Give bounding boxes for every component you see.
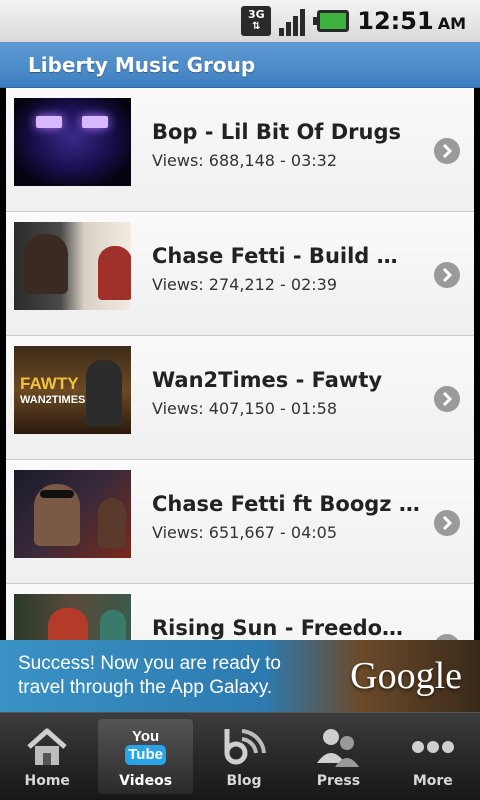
clock-time: 12:51 xyxy=(357,7,434,35)
video-meta: Views: 688,148 - 03:32 xyxy=(152,151,337,170)
blog-icon xyxy=(221,725,267,769)
video-meta: Views: 407,150 - 01:58 xyxy=(152,399,337,418)
video-thumbnail xyxy=(14,98,131,186)
tab-home[interactable]: Home xyxy=(0,713,94,800)
chevron-right-icon[interactable] xyxy=(434,262,460,288)
video-thumbnail xyxy=(14,222,131,310)
status-clock: 12:51 AM xyxy=(357,7,466,35)
video-title: Rising Sun - Freedom... xyxy=(152,616,420,640)
video-meta: Views: 274,212 - 02:39 xyxy=(152,275,337,294)
google-logo: Google xyxy=(350,655,462,697)
tab-blog[interactable]: Blog xyxy=(197,713,291,800)
chevron-right-icon[interactable] xyxy=(434,386,460,412)
video-title: Chase Fetti ft Boogz ... xyxy=(152,492,420,516)
video-list-item[interactable]: Rising Sun - Freedom... xyxy=(6,584,474,640)
home-icon xyxy=(24,725,70,769)
app-header: Liberty Music Group xyxy=(0,42,480,88)
thumbnail-caption: WAN2TIMES xyxy=(20,394,86,406)
video-meta: Views: 651,667 - 04:05 xyxy=(152,523,337,542)
ad-text: Success! Now you are ready to travel thr… xyxy=(18,653,281,698)
youtube-icon-text: You xyxy=(132,727,160,745)
tab-press[interactable]: Press xyxy=(291,713,385,800)
tab-label: Videos xyxy=(119,772,173,789)
tab-videos[interactable]: You Tube Videos xyxy=(98,719,193,794)
signal-strength-icon xyxy=(279,6,309,36)
chevron-right-icon[interactable] xyxy=(434,138,460,164)
youtube-icon-text: Tube xyxy=(125,744,166,765)
video-list-item[interactable]: Chase Fetti ft Boogz ... Views: 651,667 … xyxy=(6,460,474,584)
video-thumbnail xyxy=(14,594,131,640)
tab-label: Home xyxy=(24,772,70,789)
video-list[interactable]: Bop - Lil Bit Of Drugs Views: 688,148 - … xyxy=(6,88,474,640)
bottom-tab-bar: Home You Tube Videos Blog Press More xyxy=(0,712,480,800)
network-3g-icon: 3G ⇅ xyxy=(241,6,272,36)
video-list-item[interactable]: Bop - Lil Bit Of Drugs Views: 688,148 - … xyxy=(6,88,474,212)
chevron-right-icon[interactable] xyxy=(434,510,460,536)
status-bar: 3G ⇅ 12:51 AM xyxy=(0,0,480,42)
tab-more[interactable]: More xyxy=(386,713,480,800)
ad-banner[interactable]: Success! Now you are ready to travel thr… xyxy=(0,640,480,712)
network-type-label: 3G xyxy=(247,8,265,21)
more-icon xyxy=(410,725,456,769)
video-list-item[interactable]: FAWTY WAN2TIMES Wan2Times - Fawty Views:… xyxy=(6,336,474,460)
page-title: Liberty Music Group xyxy=(28,52,256,77)
tab-label: Press xyxy=(316,772,361,789)
video-list-item[interactable]: Chase Fetti - Build Wi... Views: 274,212… xyxy=(6,212,474,336)
press-icon xyxy=(315,725,361,769)
video-thumbnail xyxy=(14,470,131,558)
video-thumbnail: FAWTY WAN2TIMES xyxy=(14,346,131,434)
video-title: Bop - Lil Bit Of Drugs xyxy=(152,120,402,144)
video-title: Chase Fetti - Build Wi... xyxy=(152,244,420,268)
clock-ampm: AM xyxy=(437,14,466,33)
thumbnail-caption: FAWTY xyxy=(20,374,79,393)
battery-charging-icon xyxy=(313,10,350,32)
youtube-icon: You Tube xyxy=(123,725,169,769)
video-title: Wan2Times - Fawty xyxy=(152,368,383,392)
tab-label: Blog xyxy=(226,772,262,789)
tab-label: More xyxy=(412,772,453,789)
